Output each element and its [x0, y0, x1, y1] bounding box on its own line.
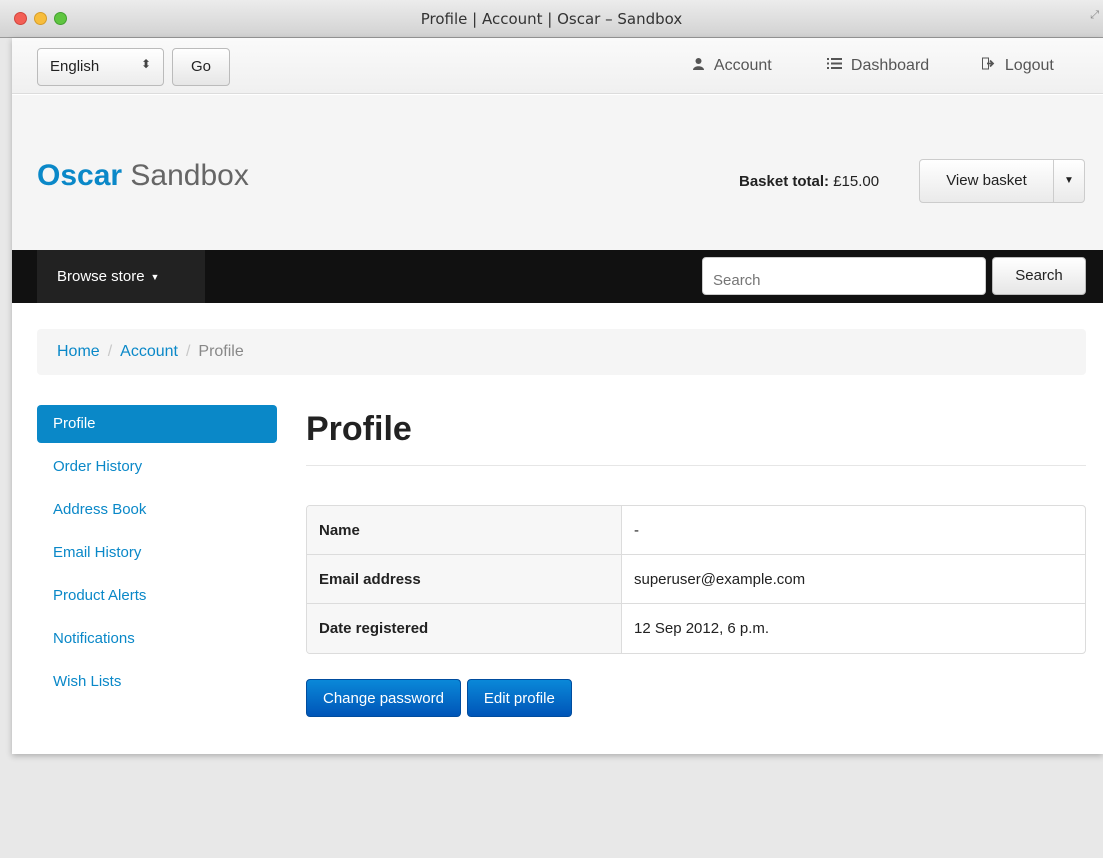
- caret-down-icon: ▼: [150, 271, 160, 282]
- breadcrumb: Home / Account / Profile: [37, 329, 1086, 375]
- breadcrumb-current: Profile: [198, 343, 244, 360]
- view-basket-button-group: View basket ▼: [919, 159, 1085, 203]
- row-value: superuser@example.com: [622, 555, 1085, 604]
- dashboard-link[interactable]: Dashboard: [827, 57, 929, 75]
- browse-store-dropdown[interactable]: Browse store ▼: [37, 250, 205, 303]
- account-link-label: Account: [713, 57, 772, 74]
- search-button[interactable]: Search: [992, 257, 1086, 295]
- sidebar-item-order-history[interactable]: Order History: [37, 448, 277, 486]
- window-titlebar: Profile | Account | Oscar – Sandbox ⤢: [0, 0, 1103, 38]
- table-row: Email address superuser@example.com: [307, 555, 1085, 604]
- site-header: Oscar Sandbox Basket total: £15.00 View …: [12, 95, 1103, 250]
- site-brand[interactable]: Oscar Sandbox: [37, 159, 249, 193]
- logout-link-label: Logout: [1004, 57, 1054, 74]
- change-password-button[interactable]: Change password: [306, 679, 461, 717]
- browse-store-label: Browse store: [57, 268, 145, 285]
- sidebar-item-notifications[interactable]: Notifications: [37, 620, 277, 658]
- logout-link[interactable]: Logout: [982, 57, 1054, 75]
- window-title: Profile | Account | Oscar – Sandbox: [420, 10, 683, 28]
- account-link[interactable]: Account: [692, 57, 772, 75]
- breadcrumb-separator: /: [107, 343, 113, 360]
- title-divider: [306, 465, 1086, 466]
- sidebar-item-address-book[interactable]: Address Book: [37, 491, 277, 529]
- table-row: Name -: [307, 506, 1085, 555]
- dashboard-link-label: Dashboard: [850, 57, 930, 74]
- top-navbar: English ⬍ Go Account Dashboard Logout: [12, 38, 1103, 94]
- row-key: Date registered: [307, 604, 622, 653]
- profile-table: Name - Email address superuser@example.c…: [306, 505, 1086, 654]
- table-row: Date registered 12 Sep 2012, 6 p.m.: [307, 604, 1085, 653]
- basket-total: Basket total: £15.00: [739, 173, 879, 190]
- go-button[interactable]: Go: [172, 48, 230, 86]
- page-title: Profile: [306, 410, 412, 448]
- basket-total-value: £15.00: [833, 173, 880, 190]
- language-select-value: English: [50, 58, 100, 75]
- row-value: 12 Sep 2012, 6 p.m.: [634, 620, 770, 637]
- sidebar-item-email-history[interactable]: Email History: [37, 534, 277, 572]
- row-key: Name: [307, 506, 622, 555]
- brand-suffix: Sandbox: [130, 159, 249, 192]
- brand-name: Oscar: [37, 159, 123, 192]
- breadcrumb-account[interactable]: Account: [120, 343, 178, 360]
- view-basket-button[interactable]: View basket: [920, 160, 1054, 202]
- breadcrumb-separator: /: [185, 343, 191, 360]
- edit-profile-button[interactable]: Edit profile: [466, 679, 572, 717]
- row-key: Email address: [307, 555, 622, 604]
- fullscreen-icon[interactable]: ⤢: [1090, 9, 1099, 22]
- basket-total-label: Basket total:: [739, 173, 830, 190]
- breadcrumb-home[interactable]: Home: [57, 343, 100, 360]
- language-select[interactable]: English ⬍: [37, 48, 164, 86]
- browser-content: English ⬍ Go Account Dashboard Logout Os…: [12, 38, 1103, 754]
- profile-actions: Change password Edit profile: [306, 679, 572, 717]
- list-icon: [827, 57, 846, 73]
- sidebar-item-product-alerts[interactable]: Product Alerts: [37, 577, 277, 615]
- account-sidebar: Profile Order History Address Book Email…: [37, 405, 277, 706]
- row-value: -: [622, 506, 1085, 555]
- main-navbar: Browse store ▼ Search: [12, 250, 1103, 303]
- search-input[interactable]: [702, 257, 986, 295]
- select-arrows-icon: ⬍: [140, 57, 151, 71]
- user-icon: [692, 57, 709, 73]
- basket-dropdown-toggle[interactable]: ▼: [1054, 160, 1084, 202]
- logout-icon: [982, 57, 1000, 73]
- sidebar-item-wish-lists[interactable]: Wish Lists: [37, 663, 277, 701]
- sidebar-item-profile[interactable]: Profile: [37, 405, 277, 443]
- caret-down-icon: ▼: [1064, 175, 1074, 186]
